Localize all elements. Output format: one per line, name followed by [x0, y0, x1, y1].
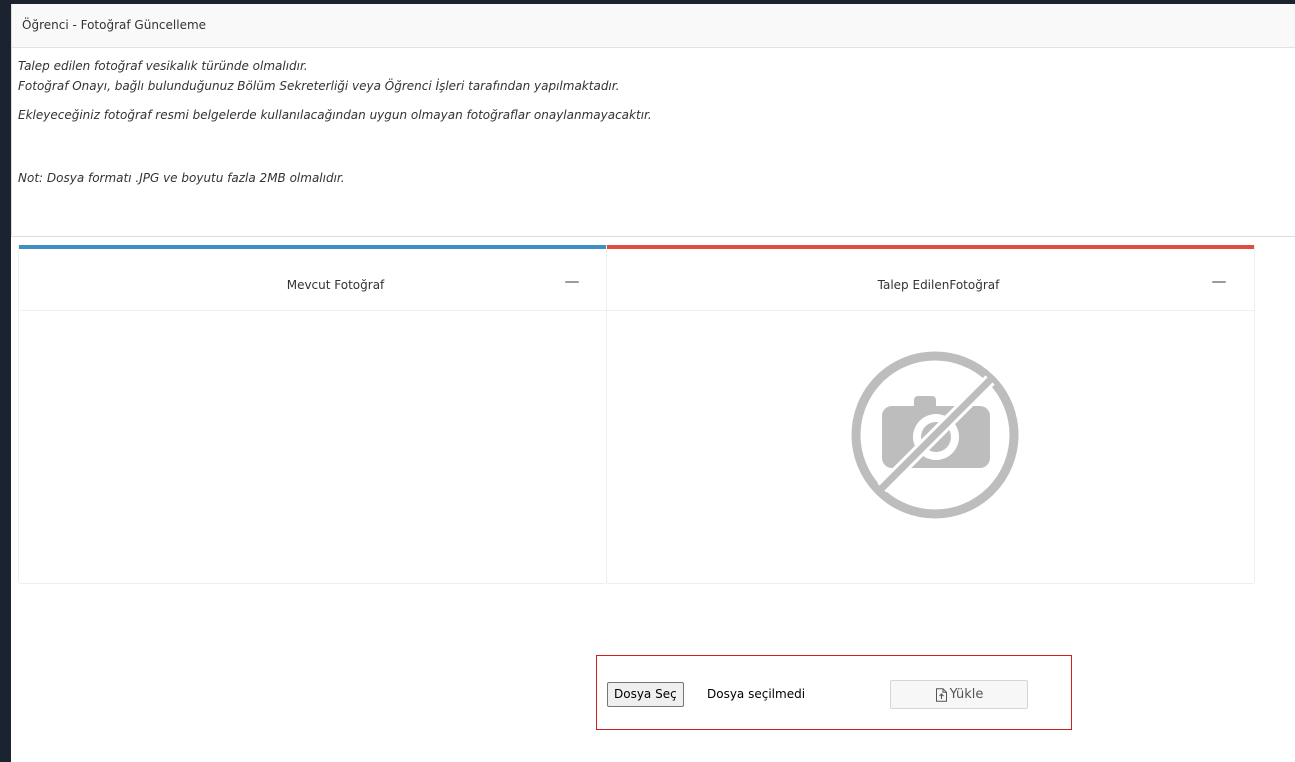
note-item: Ekleyeceğiniz fotoğraf resmi belgelerde … [18, 108, 652, 122]
panel-title: Mevcut Fotoğraf [286, 278, 385, 292]
upload-area: Dosya Seç Dosya seçilmedi Yükle [596, 655, 1072, 730]
note-item: Talep edilen fotoğraf vesikalık türünde … [18, 59, 308, 73]
info-portlet: Öğrenci - Fotoğraf Güncelleme Talep edil… [11, 4, 1295, 237]
collapse-icon[interactable] [1212, 281, 1226, 283]
upload-button-label: Yükle [949, 687, 984, 702]
note-footnote: Not: Dosya formatı .JPG ve boyutu fazla … [18, 171, 345, 185]
file-upload-icon [935, 687, 947, 702]
panel-header: Talep EdilenFotoğraf [607, 249, 1254, 311]
collapse-icon[interactable] [565, 281, 579, 283]
upload-button[interactable]: Yükle [890, 680, 1028, 709]
panel-title: Talep EdilenFotoğraf [877, 278, 1000, 292]
note-spacer [18, 135, 1295, 169]
note-item: Fotoğraf Onayı, bağlı bulunduğunuz Bölüm… [18, 79, 620, 93]
portlet-title: Öğrenci - Fotoğraf Güncelleme [12, 4, 1295, 48]
requested-photo-panel: Talep EdilenFotoğraf [606, 245, 1255, 584]
notes-list: Talep edilen fotoğraf vesikalık türünde … [12, 48, 1295, 198]
current-photo-panel: Mevcut Fotoğraf [18, 245, 608, 584]
no-camera-icon [851, 351, 1019, 519]
file-status-text: Dosya seçilmedi [707, 687, 806, 701]
choose-file-button[interactable]: Dosya Seç [607, 682, 684, 707]
panel-header: Mevcut Fotoğraf [19, 249, 607, 311]
window-left-edge [0, 0, 11, 762]
